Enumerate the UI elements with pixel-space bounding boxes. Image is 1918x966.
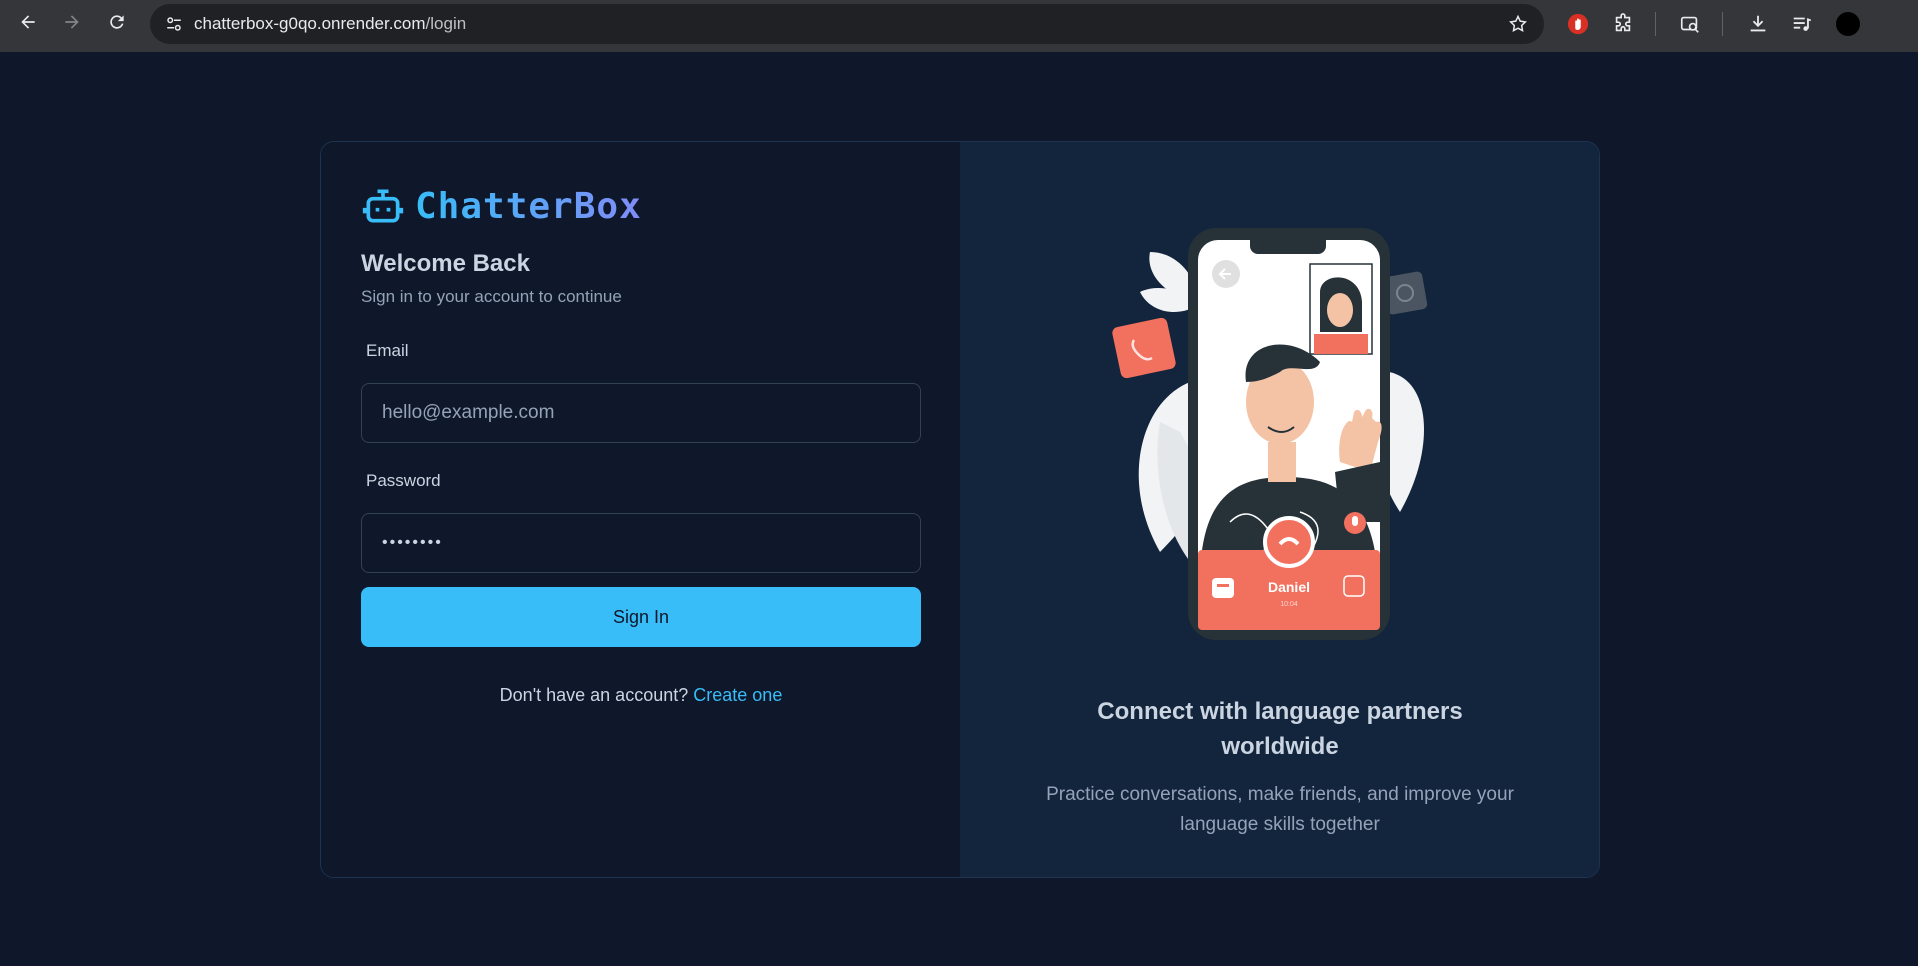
arrow-left-icon <box>21 15 35 29</box>
no-account-text: Don't have an account? <box>499 685 689 705</box>
address-bar[interactable]: chatterbox-g0qo.onrender.com/login <box>150 4 1544 44</box>
toolbar-divider <box>1655 12 1656 36</box>
profile-avatar[interactable] <box>1832 8 1864 40</box>
create-account-link[interactable]: Create one <box>693 685 782 705</box>
phone-card-icon <box>1112 317 1176 379</box>
page-title: Welcome Back <box>361 250 530 277</box>
promo-panel: Daniel 10:04 Connect with language partn… <box>960 142 1599 877</box>
back-button[interactable] <box>6 0 50 44</box>
page-subtitle: Sign in to your account to continue <box>361 287 622 306</box>
email-label: Email <box>366 341 409 360</box>
promo-title: Connect with language partners worldwide <box>1097 698 1463 760</box>
tab-search-icon[interactable] <box>1674 8 1706 40</box>
site-info-icon[interactable] <box>154 4 194 44</box>
login-card: ChatterBox Welcome Back Sign in to your … <box>320 141 1600 878</box>
toolbar-divider <box>1722 12 1723 36</box>
brand-logo: ChatterBox <box>361 184 642 228</box>
login-panel: ChatterBox Welcome Back Sign in to your … <box>321 142 960 877</box>
password-field[interactable]: •••••••• <box>361 513 921 573</box>
sign-in-button[interactable]: Sign In <box>361 587 921 647</box>
robot-icon <box>362 189 404 223</box>
extensions-puzzle-icon[interactable] <box>1607 8 1639 40</box>
email-field[interactable]: hello@example.com <box>361 383 921 443</box>
chat-icon <box>1212 578 1234 598</box>
bookmark-star-icon[interactable] <box>1508 14 1528 34</box>
url-host: chatterbox-g0qo.onrender.com <box>194 14 426 33</box>
browser-toolbar: chatterbox-g0qo.onrender.com/login <box>0 0 1918 52</box>
video-call-illustration: Daniel 10:04 <box>1112 228 1428 640</box>
reload-button[interactable] <box>95 0 139 44</box>
reload-icon <box>110 15 124 29</box>
arrow-right-icon <box>65 15 79 29</box>
end-call-icon <box>1263 516 1315 568</box>
brand-name: ChatterBox <box>415 185 642 227</box>
download-icon[interactable] <box>1742 8 1774 40</box>
url-path: /login <box>425 14 467 33</box>
call-duration: 10:04 <box>1280 601 1298 608</box>
extension-hand-icon[interactable] <box>1562 8 1594 40</box>
forward-button[interactable] <box>50 0 94 44</box>
promo-subtitle: Practice conversations, make friends, an… <box>1046 784 1514 835</box>
media-controls-icon[interactable] <box>1786 8 1818 40</box>
signup-prompt: Don't have an account? Create one <box>361 685 921 706</box>
password-label: Password <box>366 471 441 490</box>
url-text: chatterbox-g0qo.onrender.com/login <box>194 14 466 34</box>
caller-name: Daniel <box>1268 579 1310 595</box>
